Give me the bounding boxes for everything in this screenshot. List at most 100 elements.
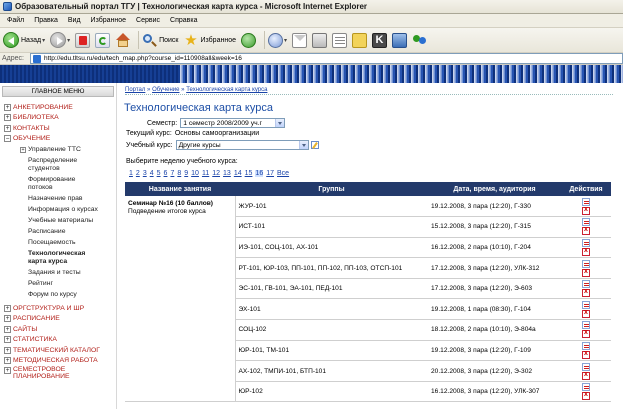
menu-file[interactable]: Файл <box>6 16 25 25</box>
expand-icon[interactable]: + <box>4 357 11 365</box>
delete-icon[interactable] <box>582 288 590 298</box>
expand-icon[interactable]: + <box>4 124 11 132</box>
edit-icon[interactable] <box>582 197 590 206</box>
sidebar-subitem-stream-formation[interactable]: Формирование потоков <box>0 176 95 192</box>
week-link[interactable]: 4 <box>150 170 154 177</box>
edit-icon[interactable] <box>582 341 590 350</box>
sidebar-item-surveys[interactable]: + АНКЕТИРОВАНИЕ <box>0 102 116 113</box>
week-link[interactable]: 10 <box>191 170 199 177</box>
sidebar-item-methodical-work[interactable]: + МЕТОДИЧЕСКАЯ РАБОТА <box>0 356 116 367</box>
sidebar-subitem-schedule[interactable]: Расписание <box>0 228 116 236</box>
delete-icon[interactable] <box>582 206 590 215</box>
sidebar-item-library[interactable]: + БИБЛИОТЕКА <box>0 113 116 124</box>
collapse-icon[interactable]: − <box>4 135 11 143</box>
breadcrumb-portal-link[interactable]: Портал <box>125 87 145 93</box>
home-button[interactable] <box>115 30 131 50</box>
sidebar-item-thematic-catalog[interactable]: + ТЕМАТИЧЕСКИЙ КАТАЛОГ <box>0 345 116 356</box>
delete-icon[interactable] <box>582 247 590 256</box>
delete-icon[interactable] <box>582 391 590 401</box>
delete-icon[interactable] <box>582 329 590 339</box>
sidebar-item-contacts[interactable]: + КОНТАКТЫ <box>0 123 116 134</box>
sidebar-subitem-course-info[interactable]: Информация о курсах <box>0 206 116 214</box>
expand-icon[interactable]: + <box>4 304 11 312</box>
sidebar-subitem-rights-assignment[interactable]: Назначение прав <box>0 195 116 203</box>
print-button[interactable] <box>312 30 327 50</box>
semester-select[interactable]: 1 семестр 2008/2009 уч.г <box>180 118 286 128</box>
mail-button[interactable] <box>292 30 307 50</box>
k-toolbar-button[interactable]: K <box>372 30 387 50</box>
menu-tools[interactable]: Сервис <box>135 16 161 25</box>
delete-icon[interactable] <box>582 226 590 236</box>
sidebar-subitem-tts-management[interactable]: + Управление ТТС <box>0 146 116 154</box>
week-link[interactable]: 14 <box>234 170 242 177</box>
search-button[interactable]: Поиск <box>142 30 179 50</box>
week-link[interactable]: 9 <box>184 170 188 177</box>
week-link-all[interactable]: Все <box>277 170 289 177</box>
sidebar-item-learning[interactable]: − ОБУЧЕНИЕ <box>0 134 116 145</box>
edit-icon[interactable] <box>582 321 590 330</box>
week-link[interactable]: 12 <box>212 170 220 177</box>
edit-icon[interactable] <box>582 259 590 268</box>
expand-icon[interactable]: + <box>4 325 11 333</box>
sidebar-subitem-tasks-tests[interactable]: Задания и тесты <box>0 269 116 277</box>
week-link[interactable]: 8 <box>177 170 181 177</box>
media-button[interactable] <box>240 30 256 50</box>
sidebar-subitem-attendance[interactable]: Посещаемость <box>0 239 116 247</box>
week-link[interactable]: 13 <box>223 170 231 177</box>
expand-icon[interactable]: + <box>4 114 11 122</box>
sidebar-subitem-course-forum[interactable]: Форум по курсу <box>0 291 116 299</box>
expand-icon[interactable]: + <box>20 147 26 153</box>
favorites-button[interactable]: ★ Избранное <box>184 30 236 50</box>
week-link[interactable]: 1 <box>129 170 133 177</box>
refresh-button[interactable] <box>95 30 111 50</box>
edit-course-icon[interactable] <box>310 141 319 149</box>
history-button[interactable]: ▾ <box>267 30 287 50</box>
week-link[interactable]: 15 <box>245 170 253 177</box>
breadcrumb-current-link[interactable]: Технологическая карта курса <box>186 87 267 93</box>
edit-icon[interactable] <box>582 218 590 227</box>
week-link[interactable]: 7 <box>170 170 174 177</box>
sidebar-subitem-learning-materials[interactable]: Учебные материалы <box>0 217 116 225</box>
course-select[interactable]: Другие курсы <box>175 140 309 150</box>
stop-button[interactable] <box>75 30 91 50</box>
delete-icon[interactable] <box>582 268 590 277</box>
menu-edit[interactable]: Правка <box>33 16 59 25</box>
messenger-people-button[interactable] <box>412 30 427 50</box>
sidebar-item-schedule[interactable]: + РАСПИСАНИЕ <box>0 314 116 325</box>
expand-icon[interactable]: + <box>4 346 11 354</box>
sidebar-item-sites[interactable]: + САЙТЫ <box>0 324 116 335</box>
expand-icon[interactable]: + <box>4 367 11 374</box>
edit-button[interactable] <box>332 30 347 50</box>
delete-icon[interactable] <box>582 309 590 318</box>
address-input[interactable]: http://edu.tltsu.ru/edu/tech_map.php?cou… <box>30 53 623 64</box>
sidebar-subitem-tech-map[interactable]: Технологическая карта курса <box>0 250 95 266</box>
week-link[interactable]: 2 <box>136 170 140 177</box>
messenger-button[interactable] <box>352 30 367 50</box>
delete-icon[interactable] <box>582 371 590 380</box>
edit-icon[interactable] <box>582 362 590 371</box>
week-link[interactable]: 11 <box>202 170 209 177</box>
sidebar-subitem-student-distribution[interactable]: Распределение студентов <box>0 157 95 173</box>
edit-icon[interactable] <box>582 238 590 247</box>
week-link[interactable]: 5 <box>157 170 161 177</box>
sidebar-item-org-structure[interactable]: + ОРГСТРУКТУРА И ШР <box>0 303 116 314</box>
back-button[interactable]: Назад ▾ <box>3 30 45 50</box>
forward-button[interactable]: ▾ <box>50 30 70 50</box>
sidebar-subitem-rating[interactable]: Рейтинг <box>0 280 116 288</box>
week-link[interactable]: 3 <box>143 170 147 177</box>
menu-favorites[interactable]: Избранное <box>90 16 127 25</box>
week-link[interactable]: 17 <box>266 170 274 177</box>
sidebar-item-semester-planning[interactable]: + СЕМЕСТРОВОЕ ПЛАНИРОВАНИЕ <box>0 366 116 380</box>
edit-icon[interactable] <box>582 280 590 289</box>
expand-icon[interactable]: + <box>4 103 11 111</box>
edit-icon[interactable] <box>582 300 590 309</box>
expand-icon[interactable]: + <box>4 315 11 323</box>
week-link-current[interactable]: 16 <box>255 170 264 177</box>
menu-view[interactable]: Вид <box>67 16 82 25</box>
research-button[interactable] <box>392 30 407 50</box>
expand-icon[interactable]: + <box>4 336 11 344</box>
edit-icon[interactable] <box>582 383 590 392</box>
delete-icon[interactable] <box>582 350 590 359</box>
week-link[interactable]: 6 <box>164 170 168 177</box>
menu-help[interactable]: Справка <box>169 16 198 25</box>
